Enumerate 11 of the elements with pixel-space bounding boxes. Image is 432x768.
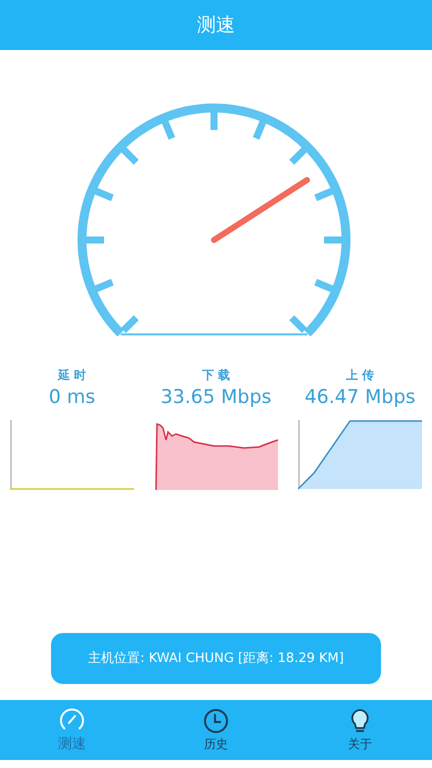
clock-icon bbox=[202, 707, 230, 735]
stat-label: 下 载 bbox=[202, 367, 230, 384]
stat-value: 33.65 Mbps bbox=[160, 385, 272, 410]
stat-value: 46.47 Mbps bbox=[304, 385, 416, 410]
nav-tab[interactable]: 关于 bbox=[288, 700, 432, 760]
header-title: 测速 bbox=[197, 12, 235, 38]
server-location-text: 主机位置: KWAI CHUNG [距离: 18.29 KM] bbox=[88, 650, 344, 668]
stat-value: 0 ms bbox=[48, 385, 96, 410]
stat-label: 上 传 bbox=[346, 367, 374, 384]
stat-label: 延 时 bbox=[58, 367, 86, 384]
nav-tab[interactable]: 历史 bbox=[144, 700, 288, 760]
